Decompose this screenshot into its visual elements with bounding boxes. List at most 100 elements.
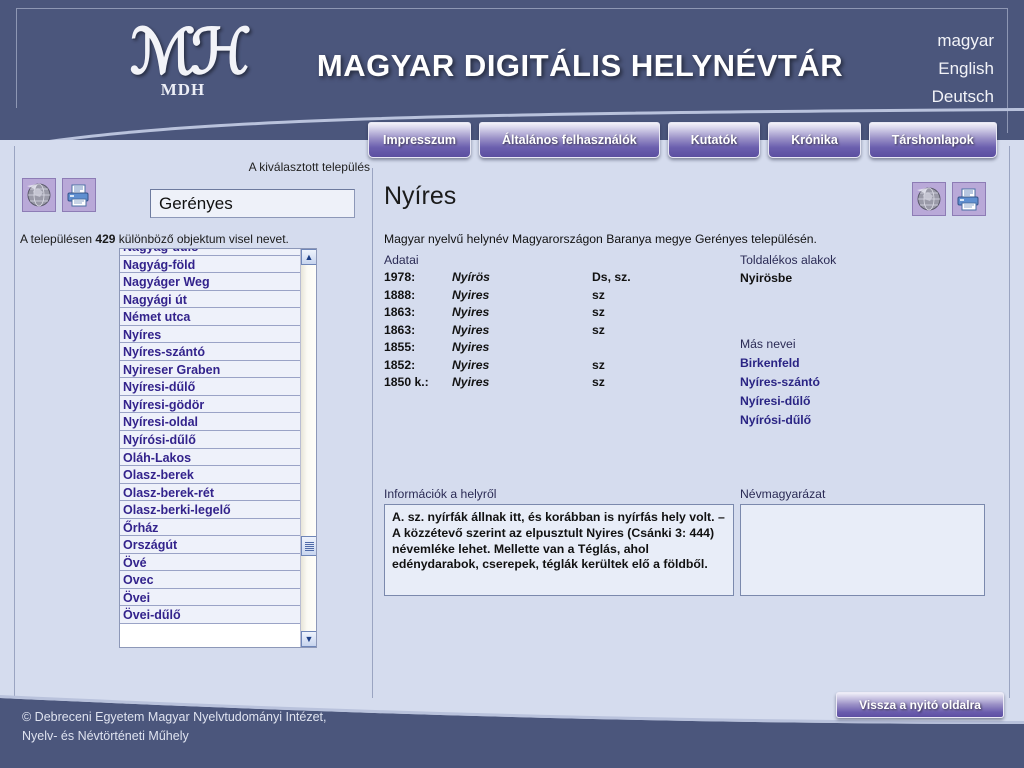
table-row: 1850 k.: Nyires sz bbox=[384, 375, 724, 393]
copyright-line-2: Nyelv- és Névtörténeti Műhely bbox=[22, 729, 189, 743]
adatai-year: 1863: bbox=[384, 322, 416, 337]
masnevei-section-label: Más nevei bbox=[740, 337, 796, 351]
list-item[interactable]: Övé bbox=[120, 553, 302, 572]
adatai-year: 1850 k.: bbox=[384, 375, 429, 389]
printer-icon[interactable] bbox=[952, 182, 986, 216]
list-item[interactable]: Nagyáger Weg bbox=[120, 273, 302, 291]
page-title: MAGYAR DIGITÁLIS HELYNÉVTÁR bbox=[316, 48, 844, 83]
page-root: ℳℋ MDH MAGYAR DIGITÁLIS HELYNÉVTÁR magya… bbox=[0, 0, 1024, 768]
language-link-deutsch[interactable]: Deutsch bbox=[884, 83, 994, 111]
main-panel-icons bbox=[912, 182, 986, 216]
other-name-link[interactable]: Nyírósi-dűlő bbox=[740, 411, 820, 430]
nevmagyarazat-section-label: Névmagyarázat bbox=[740, 487, 826, 501]
adatai-form: Nyires bbox=[452, 322, 490, 337]
place-name-title: Nyíres bbox=[384, 182, 457, 210]
list-item[interactable]: Német utca bbox=[120, 308, 302, 326]
list-item[interactable]: Országút bbox=[120, 536, 302, 554]
object-count-line: A településen 429 különböző objektum vis… bbox=[20, 232, 289, 246]
copyright-text: © Debreceni Egyetem Magyar Nyelvtudomány… bbox=[22, 708, 582, 746]
copyright-line-1: © Debreceni Egyetem Magyar Nyelvtudomány… bbox=[22, 710, 327, 724]
scroll-down-arrow-icon[interactable]: ▼ bbox=[301, 631, 316, 647]
list-item[interactable]: Olasz-berek-rét bbox=[120, 483, 302, 502]
table-row: 1855: Nyires bbox=[384, 340, 724, 358]
list-item[interactable]: Olasz-berek bbox=[120, 466, 302, 484]
globe-map-icon[interactable] bbox=[912, 182, 946, 216]
place-description: Magyar nyelvű helynév Magyarországon Bar… bbox=[384, 232, 817, 246]
toldalekos-value: Nyirösbe bbox=[740, 271, 793, 285]
listbox-scrollbar[interactable]: ▲ ▼ bbox=[300, 249, 316, 647]
adatai-year: 1863: bbox=[384, 305, 416, 319]
globe-map-icon[interactable] bbox=[22, 178, 56, 212]
tab-impresszum[interactable]: Impresszum bbox=[368, 122, 471, 158]
list-item[interactable]: Nyíresi-dűlő bbox=[120, 378, 302, 396]
list-item[interactable]: Oláh-Lakos bbox=[120, 448, 302, 467]
adatai-form: Nyires bbox=[452, 375, 490, 389]
language-link-magyar[interactable]: magyar bbox=[884, 27, 994, 55]
place-name-listbox[interactable]: Nagyág-dűlőNagyág-földNagyáger WegNagyág… bbox=[119, 248, 317, 648]
list-item[interactable]: Nyíresi-oldal bbox=[120, 413, 302, 432]
adatai-table: 1978: Nyírös Ds, sz. 1888: Nyires sz 1863: Nyir… bbox=[384, 270, 724, 393]
adatai-note: sz bbox=[592, 322, 605, 337]
count-value: 429 bbox=[95, 232, 116, 246]
list-item[interactable]: Nyíresi-gödör bbox=[120, 395, 302, 414]
printer-icon[interactable] bbox=[62, 178, 96, 212]
list-item[interactable]: Olasz-berki-legelő bbox=[120, 501, 302, 519]
left-panel: A kiválasztott település A településen 4… bbox=[16, 160, 370, 680]
listbox-viewport: Nagyág-dűlőNagyág-földNagyáger WegNagyág… bbox=[120, 249, 302, 647]
frame-border-middle bbox=[372, 168, 373, 698]
site-footer: © Debreceni Egyetem Magyar Nyelvtudomány… bbox=[0, 690, 1024, 768]
adatai-form: Nyires bbox=[452, 305, 490, 319]
other-name-link[interactable]: Nyíres-szántó bbox=[740, 373, 820, 392]
list-item[interactable]: Nyireser Graben bbox=[120, 360, 302, 379]
count-suffix: különböző objektum visel nevet. bbox=[118, 232, 289, 246]
info-section-label: Információk a helyről bbox=[384, 487, 497, 501]
list-item[interactable]: Övei-dűlő bbox=[120, 606, 302, 625]
scroll-up-arrow-icon[interactable]: ▲ bbox=[301, 249, 316, 265]
scrollbar-grip-icon bbox=[304, 541, 314, 551]
adatai-form: Nyires bbox=[452, 287, 490, 302]
nevmagyarazat-text-box[interactable] bbox=[740, 504, 985, 596]
adatai-year: 1978: bbox=[384, 270, 416, 284]
main-navigation: Impresszum Általános felhasználók Kutató… bbox=[368, 122, 997, 158]
list-item[interactable]: Nagyág-föld bbox=[120, 255, 302, 274]
site-header: ℳℋ MDH MAGYAR DIGITÁLIS HELYNÉVTÁR magya… bbox=[0, 0, 1024, 140]
table-row: 1978: Nyírös Ds, sz. bbox=[384, 270, 724, 288]
adatai-note: sz bbox=[592, 287, 605, 302]
adatai-note: sz bbox=[592, 357, 605, 372]
toldalekos-section-label: Toldalékos alakok bbox=[740, 253, 837, 267]
table-row: 1888: Nyires sz bbox=[384, 288, 724, 306]
list-item[interactable]: Nyíres-szántó bbox=[120, 343, 302, 361]
count-prefix: A településen bbox=[20, 232, 93, 246]
table-row: 1852: Nyires sz bbox=[384, 358, 724, 376]
other-name-link[interactable]: Nyíresi-dűlő bbox=[740, 392, 820, 411]
other-name-link[interactable]: Birkenfeld bbox=[740, 354, 820, 373]
list-item[interactable]: Nyírósi-dűlő bbox=[120, 431, 302, 449]
tab-tarshonlapok[interactable]: Társhonlapok bbox=[868, 122, 997, 158]
adatai-note: sz bbox=[592, 305, 605, 319]
selected-town-label: A kiválasztott település bbox=[248, 160, 370, 174]
logo-monogram-icon: ℳℋ bbox=[130, 15, 252, 88]
frame-border-left bbox=[14, 146, 15, 698]
listbox-items: Nagyág-dűlőNagyág-földNagyáger WegNagyág… bbox=[120, 249, 302, 625]
list-item[interactable]: Nyíres bbox=[120, 325, 302, 344]
adatai-note: sz bbox=[592, 375, 605, 389]
list-item[interactable]: Ovec bbox=[120, 571, 302, 589]
adatai-year: 1855: bbox=[384, 340, 416, 354]
tab-altalanos-felhasznalok[interactable]: Általános felhasználók bbox=[478, 122, 660, 158]
selected-town-input[interactable] bbox=[150, 189, 355, 218]
adatai-table-body: 1978: Nyírös Ds, sz. 1888: Nyires sz 1863: Nyir… bbox=[384, 270, 724, 393]
scrollbar-thumb[interactable] bbox=[301, 536, 316, 556]
list-item[interactable]: Övei bbox=[120, 588, 302, 607]
tab-kronika[interactable]: Krónika bbox=[768, 122, 861, 158]
table-row: 1863: Nyires sz bbox=[384, 323, 724, 341]
language-switcher: magyar English Deutsch bbox=[884, 27, 994, 111]
main-panel: Nyíres Magyar nyelvű helynév Magyarorszá… bbox=[382, 182, 1010, 682]
tab-kutatok[interactable]: Kutatók bbox=[667, 122, 761, 158]
list-item[interactable]: Őrház bbox=[120, 518, 302, 537]
list-item[interactable]: Nagyági út bbox=[120, 290, 302, 309]
back-to-home-button[interactable]: Vissza a nyitó oldalra bbox=[836, 692, 1004, 718]
language-link-english[interactable]: English bbox=[884, 55, 994, 83]
adatai-year: 1852: bbox=[384, 357, 416, 372]
info-text-box[interactable]: A. sz. nyírfák állnak itt, és korábban i… bbox=[384, 504, 734, 596]
adatai-form: Nyires bbox=[452, 357, 490, 372]
